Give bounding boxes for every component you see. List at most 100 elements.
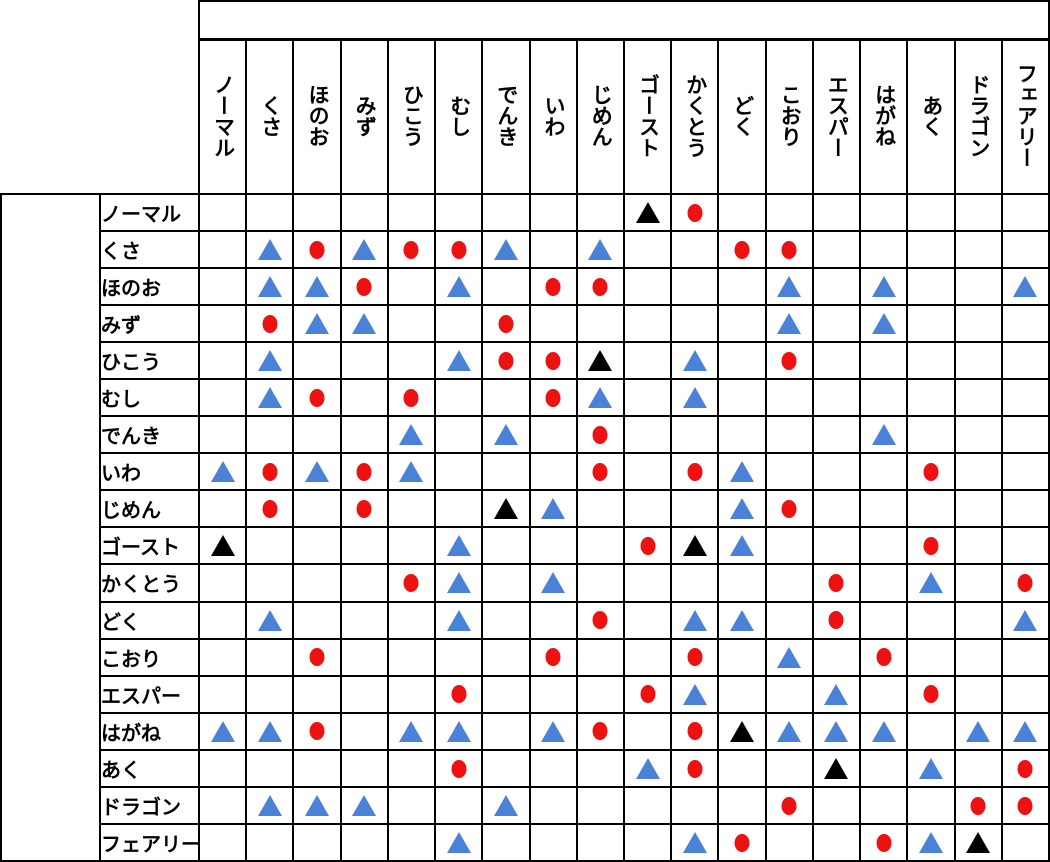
cell-r16-c15[interactable]: [859, 748, 909, 788]
cell-r4-c7[interactable]: [481, 304, 531, 344]
cell-r12-c9[interactable]: [575, 600, 625, 640]
cell-r6-c6[interactable]: [434, 378, 484, 418]
cell-r8-c4[interactable]: [339, 452, 389, 492]
cell-r10-c10[interactable]: [622, 526, 673, 566]
cell-r5-c4[interactable]: [339, 341, 389, 381]
cell-r15-c7[interactable]: [481, 711, 531, 751]
cell-r13-c10[interactable]: [622, 637, 673, 677]
cell-r6-c8[interactable]: [528, 378, 578, 418]
cell-r17-c18[interactable]: [1000, 785, 1050, 825]
cell-r17-c4[interactable]: [339, 785, 389, 825]
cell-r8-c6[interactable]: [434, 452, 484, 492]
cell-r5-c16[interactable]: [906, 341, 956, 381]
cell-r17-c2[interactable]: [245, 785, 295, 825]
column-header-4[interactable]: みず: [339, 38, 389, 195]
cell-r4-c4[interactable]: [339, 304, 389, 344]
row-header-9[interactable]: じめん: [99, 489, 200, 529]
cell-r12-c2[interactable]: [245, 600, 295, 640]
cell-r17-c15[interactable]: [859, 785, 909, 825]
cell-r1-c15[interactable]: [859, 192, 909, 232]
cell-r5-c6[interactable]: [434, 341, 484, 381]
cell-r10-c4[interactable]: [339, 526, 389, 566]
row-header-8[interactable]: いわ: [99, 452, 200, 492]
cell-r1-c6[interactable]: [434, 192, 484, 232]
cell-r8-c2[interactable]: [245, 452, 295, 492]
cell-r13-c2[interactable]: [245, 637, 295, 677]
cell-r2-c9[interactable]: [575, 229, 625, 269]
cell-r2-c15[interactable]: [859, 229, 909, 269]
column-header-8[interactable]: いわ: [528, 38, 578, 195]
cell-r7-c9[interactable]: [575, 415, 625, 455]
cell-r6-c3[interactable]: [292, 378, 342, 418]
cell-r12-c7[interactable]: [481, 600, 531, 640]
column-header-3[interactable]: ほのお: [292, 38, 342, 195]
cell-r5-c15[interactable]: [859, 341, 909, 381]
cell-r10-c1[interactable]: [197, 526, 248, 566]
cell-r11-c14[interactable]: [811, 563, 862, 603]
cell-r3-c6[interactable]: [434, 266, 484, 307]
column-header-11[interactable]: かくとう: [670, 38, 720, 195]
cell-r12-c10[interactable]: [622, 600, 673, 640]
column-header-10[interactable]: ゴースト: [622, 38, 673, 195]
cell-r8-c3[interactable]: [292, 452, 342, 492]
column-header-16[interactable]: あく: [906, 38, 956, 195]
cell-r14-c7[interactable]: [481, 674, 531, 714]
cell-r3-c10[interactable]: [622, 266, 673, 307]
row-header-12[interactable]: どく: [99, 600, 200, 640]
cell-r14-c15[interactable]: [859, 674, 909, 714]
row-header-7[interactable]: でんき: [99, 415, 200, 455]
cell-r3-c7[interactable]: [481, 266, 531, 307]
cell-r8-c9[interactable]: [575, 452, 625, 492]
cell-r12-c12[interactable]: [717, 600, 767, 640]
row-header-4[interactable]: みず: [99, 304, 200, 344]
cell-r16-c9[interactable]: [575, 748, 625, 788]
cell-r2-c11[interactable]: [670, 229, 720, 269]
cell-r15-c14[interactable]: [811, 711, 862, 751]
cell-r13-c7[interactable]: [481, 637, 531, 677]
cell-r14-c8[interactable]: [528, 674, 578, 714]
cell-r13-c9[interactable]: [575, 637, 625, 677]
cell-r18-c12[interactable]: [717, 822, 767, 862]
cell-r18-c5[interactable]: [386, 822, 437, 862]
cell-r12-c13[interactable]: [764, 600, 814, 640]
column-header-7[interactable]: でんき: [481, 38, 531, 195]
cell-r7-c3[interactable]: [292, 415, 342, 455]
column-header-18[interactable]: フェアリー: [1000, 38, 1050, 195]
cell-r18-c4[interactable]: [339, 822, 389, 862]
cell-r16-c17[interactable]: [953, 748, 1003, 788]
cell-r17-c5[interactable]: [386, 785, 437, 825]
cell-r14-c1[interactable]: [197, 674, 248, 714]
cell-r8-c16[interactable]: [906, 452, 956, 492]
row-header-3[interactable]: ほのお: [99, 266, 200, 307]
cell-r4-c3[interactable]: [292, 304, 342, 344]
cell-r15-c8[interactable]: [528, 711, 578, 751]
cell-r18-c2[interactable]: [245, 822, 295, 862]
cell-r17-c17[interactable]: [953, 785, 1003, 825]
cell-r17-c14[interactable]: [811, 785, 862, 825]
cell-r4-c18[interactable]: [1000, 304, 1050, 344]
cell-r13-c1[interactable]: [197, 637, 248, 677]
cell-r14-c4[interactable]: [339, 674, 389, 714]
cell-r18-c18[interactable]: [1000, 822, 1050, 862]
cell-r14-c2[interactable]: [245, 674, 295, 714]
cell-r7-c2[interactable]: [245, 415, 295, 455]
cell-r5-c7[interactable]: [481, 341, 531, 381]
cell-r3-c16[interactable]: [906, 266, 956, 307]
cell-r16-c18[interactable]: [1000, 748, 1050, 788]
cell-r14-c5[interactable]: [386, 674, 437, 714]
cell-r3-c3[interactable]: [292, 266, 342, 307]
cell-r2-c18[interactable]: [1000, 229, 1050, 269]
cell-r6-c13[interactable]: [764, 378, 814, 418]
cell-r7-c7[interactable]: [481, 415, 531, 455]
cell-r11-c16[interactable]: [906, 563, 956, 603]
cell-r1-c4[interactable]: [339, 192, 389, 232]
cell-r11-c8[interactable]: [528, 563, 578, 603]
cell-r8-c1[interactable]: [197, 452, 248, 492]
cell-r10-c3[interactable]: [292, 526, 342, 566]
cell-r3-c8[interactable]: [528, 266, 578, 307]
cell-r8-c7[interactable]: [481, 452, 531, 492]
cell-r8-c8[interactable]: [528, 452, 578, 492]
cell-r2-c2[interactable]: [245, 229, 295, 269]
cell-r8-c10[interactable]: [622, 452, 673, 492]
cell-r4-c17[interactable]: [953, 304, 1003, 344]
